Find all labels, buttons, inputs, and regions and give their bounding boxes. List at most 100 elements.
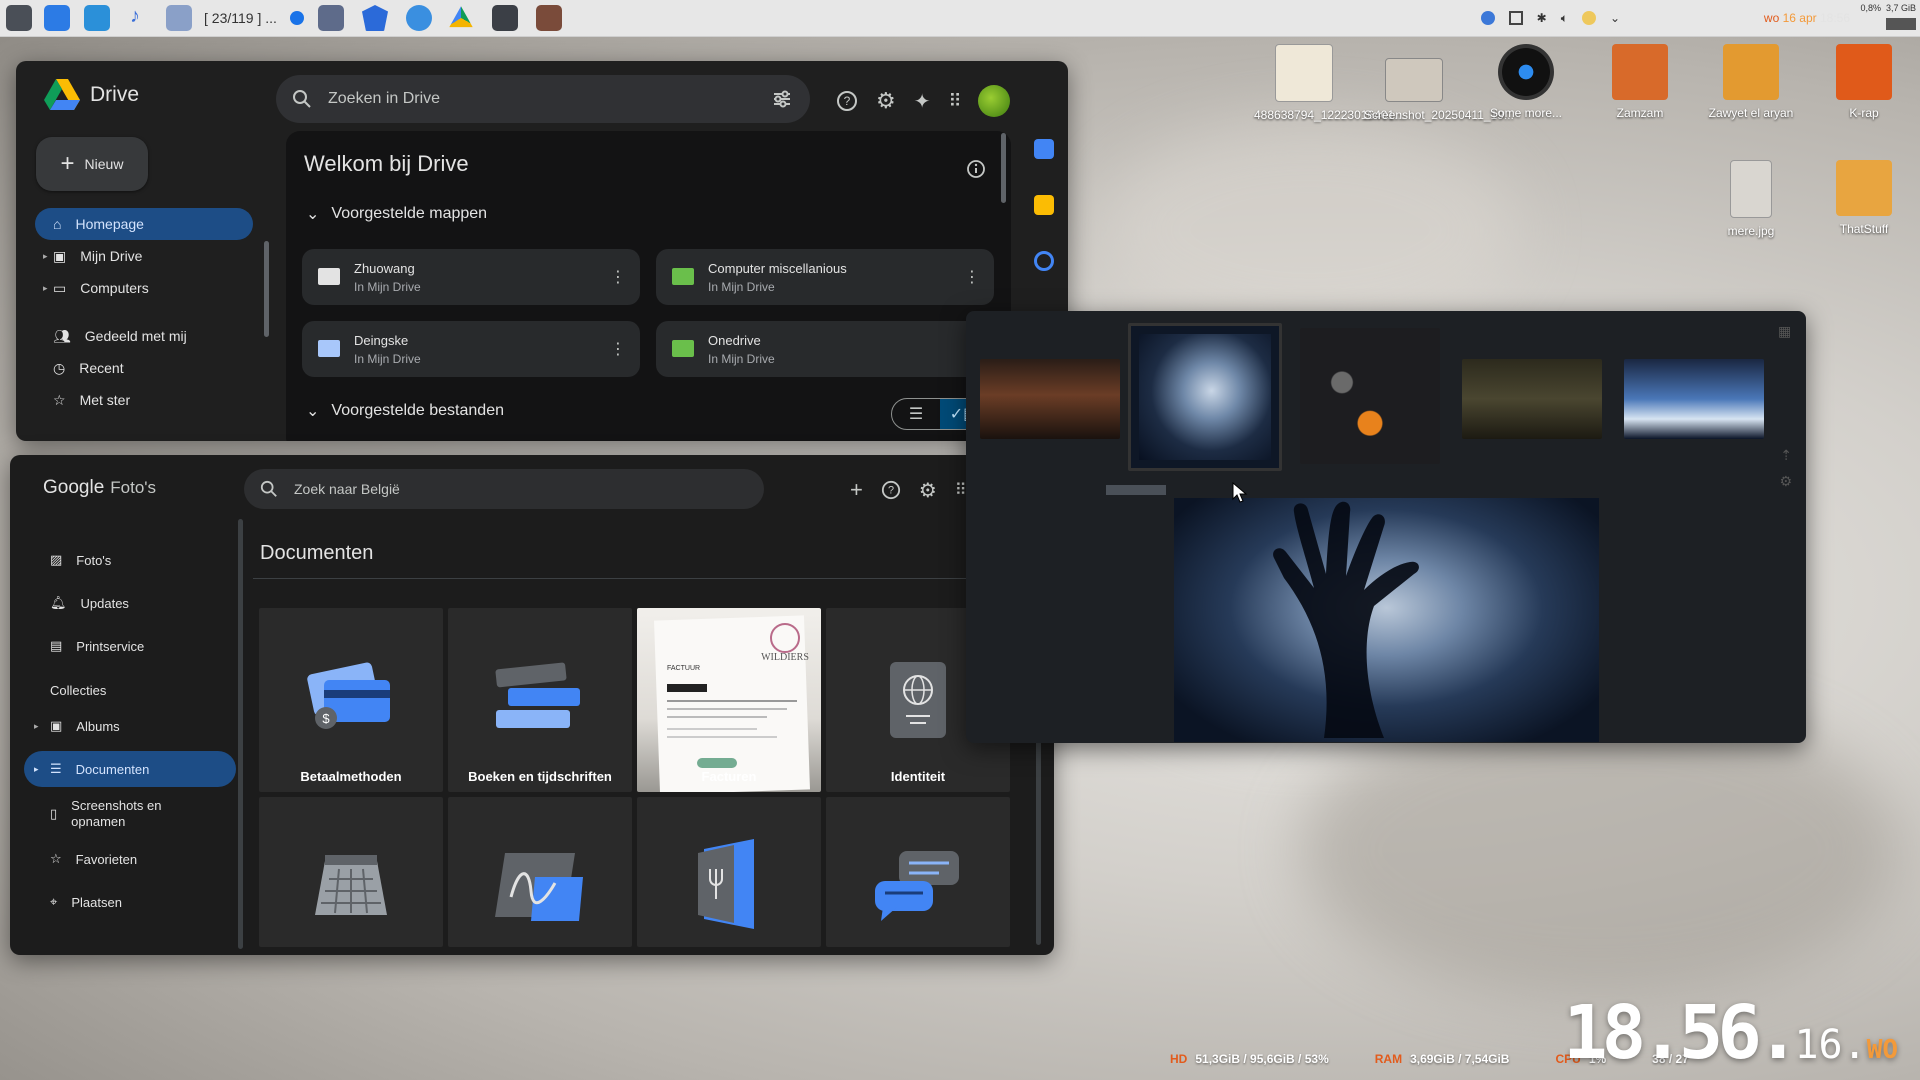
- window-thumb-icon[interactable]: [536, 5, 562, 31]
- more-vert-icon[interactable]: ⋮: [610, 339, 626, 359]
- network-icon[interactable]: [166, 5, 192, 31]
- clipboard-icon[interactable]: [1508, 11, 1523, 25]
- document-category-tile[interactable]: Boeken en tijdschriften: [448, 608, 632, 792]
- caret-right-icon[interactable]: ▸: [43, 251, 48, 262]
- avatar[interactable]: [977, 85, 1010, 117]
- sidebar-item-label: Gedeeld met mij: [84, 328, 187, 344]
- drive-search-input[interactable]: Zoeken in Drive: [328, 90, 440, 108]
- drive-logo[interactable]: Drive: [44, 79, 139, 111]
- desktop-icon[interactable]: K-rap: [1814, 44, 1914, 121]
- sidebar-item-recent[interactable]: ◷ Recent: [35, 352, 253, 384]
- more-vert-icon[interactable]: ⋮: [964, 267, 980, 287]
- shield-icon[interactable]: [362, 5, 388, 31]
- suggested-files-header[interactable]: ⌄ Voorgestelde bestanden: [306, 401, 504, 421]
- taskbar-clock[interactable]: wo 16 apr 18:56: [1764, 11, 1850, 25]
- sidebar-item-places[interactable]: ⌖ Plaatsen: [24, 884, 236, 920]
- sidebar-item-starred[interactable]: ☆ Met ster: [35, 384, 253, 416]
- caret-right-icon[interactable]: ▸: [43, 283, 48, 294]
- bluetooth-icon[interactable]: ✱: [1537, 11, 1547, 25]
- caret-right-icon[interactable]: ▸: [34, 721, 39, 732]
- apps-grid-icon[interactable]: ⠿: [955, 480, 967, 500]
- browser-icon[interactable]: [406, 5, 432, 31]
- sidebar-scrollbar[interactable]: [264, 241, 269, 337]
- grid-icon[interactable]: ▦: [1778, 323, 1792, 339]
- sidebar-scrollbar[interactable]: [238, 519, 243, 949]
- file-manager-icon[interactable]: [44, 5, 70, 31]
- sidebar-item-updates[interactable]: 🔔︎ Updates: [24, 585, 236, 621]
- smoke-hand-thumb[interactable]: [1128, 323, 1282, 471]
- photos-search-input[interactable]: Zoek naar België: [294, 481, 400, 497]
- desktop-icon[interactable]: ThatStuff: [1814, 160, 1914, 237]
- gear-icon[interactable]: ⚙: [1779, 473, 1792, 490]
- folder-card[interactable]: Computer miscellanious In Mijn Drive ⋮: [656, 249, 994, 305]
- app-icon[interactable]: [318, 5, 344, 31]
- desktop-icon[interactable]: Zamzam: [1590, 44, 1690, 121]
- document-category-tile[interactable]: [259, 797, 443, 947]
- desktop-icon[interactable]: Screenshot_20250411_19...: [1364, 44, 1514, 123]
- sidebar-item-documents[interactable]: ▸ ☰ Documenten: [24, 751, 236, 787]
- calendar-icon[interactable]: [1034, 139, 1054, 159]
- desktop-icon[interactable]: mere.jpg: [1701, 160, 1801, 239]
- upload-icon[interactable]: ⇡: [1780, 447, 1792, 464]
- chevron-down-icon: ⌄: [306, 403, 320, 420]
- launcher-icon[interactable]: [6, 5, 32, 31]
- workspace-counter[interactable]: [ 23/119 ] ...: [204, 10, 277, 26]
- sidebar-item-computers[interactable]: ▸ ▭ Computers: [35, 272, 253, 304]
- document-category-tile[interactable]: [826, 797, 1010, 947]
- sidebar-item-printservice[interactable]: ▤ Printservice: [24, 628, 236, 664]
- document-category-tile[interactable]: [637, 797, 821, 947]
- hd-label: HD: [1170, 1052, 1188, 1066]
- document-category-tile[interactable]: $ Betaalmethoden: [259, 608, 443, 792]
- chevron-down-icon[interactable]: ⌄: [1610, 11, 1620, 25]
- room-interior-thumb[interactable]: [980, 359, 1120, 439]
- desktop-icon[interactable]: Some more...: [1476, 44, 1576, 121]
- filter-icon[interactable]: [772, 89, 792, 109]
- desktop-icon[interactable]: 488638794_12223016401...: [1254, 44, 1404, 123]
- apps-grid-icon[interactable]: ⠿: [949, 91, 962, 112]
- home-folder-icon[interactable]: [84, 5, 110, 31]
- plus-icon[interactable]: +: [850, 477, 863, 503]
- sidebar-item-screenshots[interactable]: ▯ Screenshots en opnamen: [24, 794, 236, 834]
- sidebar-item-photos[interactable]: ▨ Foto's: [24, 542, 236, 578]
- sidebar-item-albums[interactable]: ▸ ▣ Albums: [24, 708, 236, 744]
- photos-logo[interactable]: Google Foto's: [43, 477, 156, 499]
- document-category-tile[interactable]: [448, 797, 632, 947]
- suggested-folders-header[interactable]: ⌄ Voorgestelde mappen: [306, 204, 487, 224]
- album-icon: ▣: [50, 718, 63, 733]
- caret-right-icon[interactable]: ▸: [34, 764, 39, 775]
- drive-search-bar[interactable]: Zoeken in Drive: [276, 75, 810, 123]
- music-note-icon[interactable]: ♪: [130, 5, 148, 31]
- main-scrollbar[interactable]: [1001, 133, 1006, 203]
- bokeh-lights-thumb[interactable]: [1300, 328, 1440, 464]
- help-icon[interactable]: ?: [881, 480, 901, 500]
- photos-search-bar[interactable]: Zoek naar België: [244, 469, 764, 509]
- desktop-icon[interactable]: Zawyet el aryan: [1701, 44, 1801, 121]
- folder-card[interactable]: Onedrive In Mijn Drive: [656, 321, 994, 377]
- volume-icon[interactable]: 🔈︎: [1561, 11, 1568, 26]
- sidebar-item-favorites[interactable]: ☆ Favorieten: [24, 841, 236, 877]
- chevron-down-icon: ⌄: [306, 206, 320, 223]
- folder-card[interactable]: Deingske In Mijn Drive ⋮: [302, 321, 640, 377]
- notification-icon[interactable]: [1581, 11, 1596, 25]
- keep-icon[interactable]: [1034, 195, 1054, 215]
- gear-icon[interactable]: [1480, 11, 1495, 25]
- astronaut-earth-thumb[interactable]: [1624, 359, 1764, 439]
- google-drive-icon[interactable]: [449, 6, 473, 28]
- more-vert-icon[interactable]: ⋮: [610, 267, 626, 287]
- folder-card[interactable]: Zhuowang In Mijn Drive ⋮: [302, 249, 640, 305]
- gemini-sparkle-icon[interactable]: ✦: [914, 89, 931, 114]
- sidebar-item-homepage[interactable]: ⌂ Homepage: [35, 208, 253, 240]
- gear-icon[interactable]: ⚙: [919, 478, 937, 503]
- forest-figure-thumb[interactable]: [1462, 359, 1602, 439]
- sidebar-item-shared[interactable]: 👥︎ Gedeeld met mij: [35, 320, 253, 352]
- document-category-tile[interactable]: WILDIERS FACTUUR Facturen: [637, 608, 821, 792]
- help-icon[interactable]: ?: [836, 90, 858, 112]
- gear-icon[interactable]: ⚙: [876, 88, 896, 114]
- window-thumb-icon[interactable]: [492, 5, 518, 31]
- new-button[interactable]: + Nieuw: [36, 137, 148, 191]
- sidebar-item-my-drive[interactable]: ▸ ▣ Mijn Drive: [35, 240, 253, 272]
- info-icon[interactable]: [966, 159, 986, 179]
- tasks-icon[interactable]: [1034, 251, 1054, 271]
- list-view-icon[interactable]: ☰: [892, 399, 940, 429]
- background-blur: [1100, 120, 1520, 340]
